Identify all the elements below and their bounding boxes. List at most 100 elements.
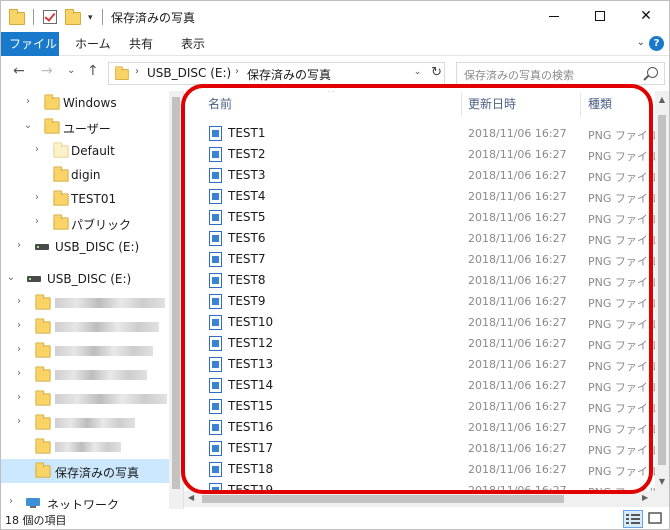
address-dropdown-icon[interactable]: ⌄ [410, 67, 424, 77]
chevron-right-icon[interactable]: › [14, 416, 24, 427]
chevron-down-icon[interactable]: ⌄ [6, 272, 16, 283]
file-row[interactable]: TEST15 2018/11/06 16:27 PNG ファイル [184, 396, 655, 417]
divider [102, 9, 103, 25]
back-arrow-icon[interactable]: ← [13, 63, 25, 79]
chevron-right-icon[interactable]: › [14, 320, 24, 331]
maximize-button[interactable] [577, 1, 623, 31]
tree-item-saved-photos[interactable]: 保存済みの写真 [1, 459, 169, 483]
large-icons-view-button[interactable] [646, 510, 666, 528]
close-button[interactable]: ✕ [623, 1, 669, 31]
file-row[interactable]: TEST7 2018/11/06 16:27 PNG ファイル [184, 249, 655, 270]
chevron-right-icon[interactable]: › [14, 240, 24, 251]
chevron-right-icon[interactable]: › [14, 392, 24, 403]
file-name: TEST3 [228, 168, 266, 182]
scrollbar-thumb[interactable] [172, 97, 180, 489]
new-folder-icon[interactable] [65, 9, 81, 25]
column-header-type[interactable]: 種類 [588, 91, 612, 119]
help-icon[interactable]: ? [649, 36, 664, 51]
file-list-vertical-scrollbar[interactable]: ▲ ▼ [655, 91, 669, 491]
file-row[interactable]: TEST5 2018/11/06 16:27 PNG ファイル [184, 207, 655, 228]
forward-arrow-icon[interactable]: → [41, 63, 53, 79]
png-file-icon [209, 378, 222, 393]
tab-share[interactable]: 共有 [117, 32, 165, 56]
usb-drive-icon [27, 276, 41, 282]
file-list-horizontal-scrollbar[interactable]: ◀ ▶ [184, 491, 655, 507]
file-row[interactable]: TEST6 2018/11/06 16:27 PNG ファイル [184, 228, 655, 249]
png-file-icon [209, 231, 222, 246]
breadcrumb-separator: › [235, 66, 239, 77]
chevron-right-icon[interactable]: › [32, 192, 42, 203]
chevron-right-icon[interactable]: › [32, 144, 42, 155]
tree-item-default[interactable]: › Default [1, 139, 169, 163]
tree-item-redacted[interactable]: › [1, 363, 169, 387]
details-view-button[interactable] [623, 510, 643, 528]
folder-icon [35, 390, 51, 406]
tree-item-test01[interactable]: › TEST01 [1, 187, 169, 211]
file-type: PNG ファイル [588, 465, 655, 478]
tab-home[interactable]: ホーム [63, 32, 123, 56]
recent-locations-icon[interactable]: ⌄ [67, 65, 75, 76]
file-row[interactable]: TEST17 2018/11/06 16:27 PNG ファイル [184, 438, 655, 459]
tree-item-windows[interactable]: › Windows [1, 91, 169, 115]
refresh-icon[interactable]: ↻ [431, 65, 442, 80]
tree-item-public[interactable]: › パブリック [1, 211, 169, 235]
properties-check-icon[interactable] [43, 9, 57, 25]
file-row[interactable]: TEST12 2018/11/06 16:27 PNG ファイル [184, 333, 655, 354]
tree-item-usb-disc[interactable]: › USB_DISC (E:) [1, 235, 169, 259]
file-row[interactable]: TEST16 2018/11/06 16:27 PNG ファイル [184, 417, 655, 438]
folder-icon [35, 438, 51, 454]
tab-file[interactable]: ファイル [1, 32, 59, 56]
column-header-name[interactable]: 名前 [208, 91, 232, 119]
folder-icon [35, 318, 51, 334]
file-row[interactable]: TEST4 2018/11/06 16:27 PNG ファイル [184, 186, 655, 207]
quick-access-dropdown[interactable]: ▾ [88, 13, 93, 23]
minimize-button[interactable] [531, 1, 577, 31]
tree-item-redacted[interactable]: › [1, 411, 169, 435]
tree-item-redacted[interactable]: › [1, 315, 169, 339]
chevron-right-icon[interactable]: › [6, 496, 16, 507]
file-row[interactable]: TEST13 2018/11/06 16:27 PNG ファイル [184, 354, 655, 375]
chevron-right-icon[interactable]: › [23, 96, 33, 107]
breadcrumb-usb-disc[interactable]: USB_DISC (E:) [147, 66, 231, 80]
tree-item-redacted[interactable]: › [1, 339, 169, 363]
tree-item-redacted[interactable]: › [1, 387, 169, 411]
chevron-right-icon[interactable]: › [14, 368, 24, 379]
scroll-right-icon[interactable]: ▶ [642, 493, 648, 502]
folder-icon [35, 342, 51, 358]
scrollbar-thumb[interactable] [202, 495, 564, 503]
column-separator[interactable] [461, 93, 462, 117]
tree-item-redacted[interactable] [1, 435, 169, 459]
chevron-right-icon[interactable]: › [14, 344, 24, 355]
chevron-right-icon[interactable]: › [14, 296, 24, 307]
column-separator[interactable] [580, 93, 581, 117]
search-box[interactable]: 保存済みの写真の検索 [456, 62, 665, 85]
scroll-up-icon[interactable]: ▲ [655, 95, 669, 104]
column-header-date[interactable]: 更新日時 [468, 91, 516, 119]
file-row[interactable]: TEST10 2018/11/06 16:27 PNG ファイル [184, 312, 655, 333]
up-arrow-icon[interactable]: ↑ [87, 63, 99, 79]
scroll-down-icon[interactable]: ▼ [655, 477, 669, 486]
navigation-scrollbar[interactable] [169, 91, 183, 509]
file-row[interactable]: TEST3 2018/11/06 16:27 PNG ファイル [184, 165, 655, 186]
scrollbar-thumb[interactable] [658, 115, 666, 465]
chevron-right-icon[interactable]: › [32, 216, 42, 227]
tree-item-redacted[interactable]: › [1, 291, 169, 315]
scroll-left-icon[interactable]: ◀ [188, 493, 194, 502]
search-input[interactable]: 保存済みの写真の検索 [464, 67, 574, 83]
address-bar[interactable]: › USB_DISC (E:) › 保存済みの写真 ⌄ ↻ [108, 62, 445, 85]
tree-item-usb-disc-root[interactable]: ⌄ USB_DISC (E:) [1, 267, 169, 291]
chevron-down-icon[interactable]: ⌄ [23, 120, 33, 131]
file-row[interactable]: TEST14 2018/11/06 16:27 PNG ファイル [184, 375, 655, 396]
search-icon[interactable] [647, 67, 658, 78]
tree-item-digin[interactable]: digin [1, 163, 169, 187]
file-row[interactable]: TEST2 2018/11/06 16:27 PNG ファイル [184, 144, 655, 165]
tree-item-users[interactable]: ⌄ ユーザー [1, 115, 169, 139]
breadcrumb-saved-photos[interactable]: 保存済みの写真 [247, 66, 331, 83]
file-row[interactable]: TEST9 2018/11/06 16:27 PNG ファイル [184, 291, 655, 312]
file-row[interactable]: TEST1 2018/11/06 16:27 PNG ファイル [184, 123, 655, 144]
file-row[interactable]: TEST8 2018/11/06 16:27 PNG ファイル [184, 270, 655, 291]
file-row[interactable]: TEST18 2018/11/06 16:27 PNG ファイル [184, 459, 655, 480]
tree-item-network[interactable]: › ネットワーク [1, 491, 169, 509]
ribbon-expand-icon[interactable]: ⌄ [637, 37, 645, 48]
tab-view[interactable]: 表示 [169, 32, 217, 56]
